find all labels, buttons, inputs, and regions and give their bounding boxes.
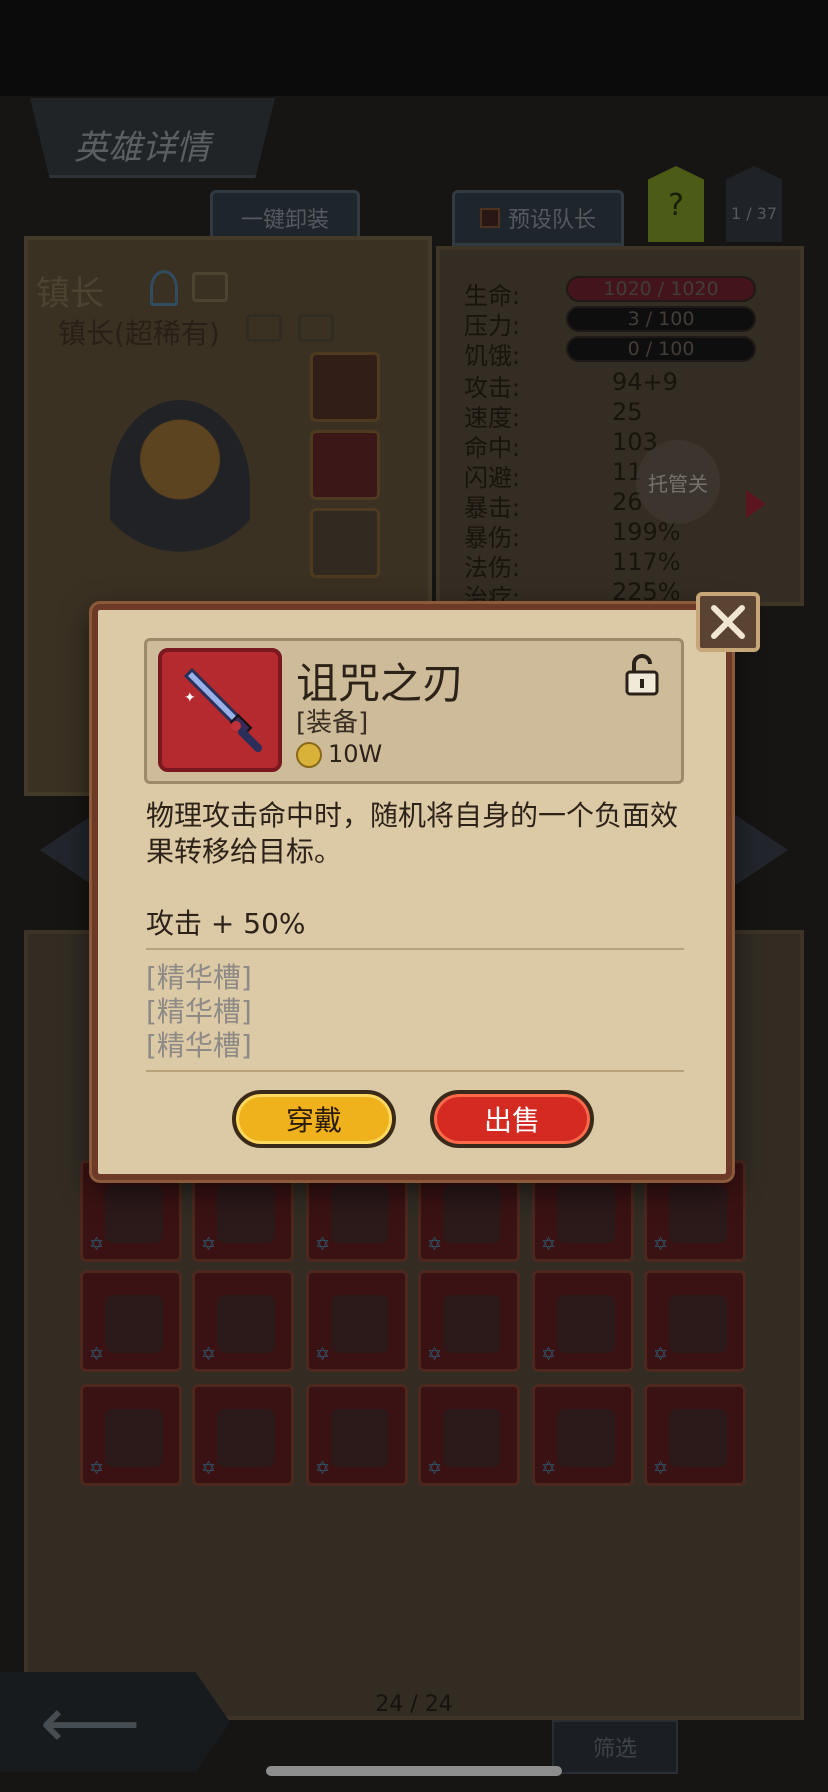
- essence-slot[interactable]: [精华槽]: [146, 1024, 252, 1064]
- sell-button[interactable]: 出售: [430, 1090, 594, 1148]
- item-description: 物理攻击命中时，随机将自身的一个负面效果转移给目标。: [146, 799, 679, 868]
- item-type: [装备]: [296, 708, 369, 738]
- divider: [146, 948, 684, 950]
- sell-label: 出售: [483, 1104, 540, 1137]
- cursed-blade-icon: ✦: [183, 667, 262, 752]
- svg-text:✦: ✦: [184, 690, 196, 706]
- unlock-icon[interactable]: [624, 652, 660, 696]
- equip-label: 穿戴: [285, 1104, 342, 1137]
- divider: [146, 1070, 684, 1072]
- item-stat-bonus: 攻击 + 50%: [146, 907, 306, 940]
- close-button[interactable]: [696, 592, 760, 652]
- home-indicator[interactable]: [266, 1766, 562, 1776]
- item-price: 10W: [328, 740, 383, 768]
- coin-icon: [296, 742, 322, 768]
- item-image: ✦: [158, 648, 282, 772]
- equip-button[interactable]: 穿戴: [232, 1090, 396, 1148]
- close-icon: [711, 605, 745, 639]
